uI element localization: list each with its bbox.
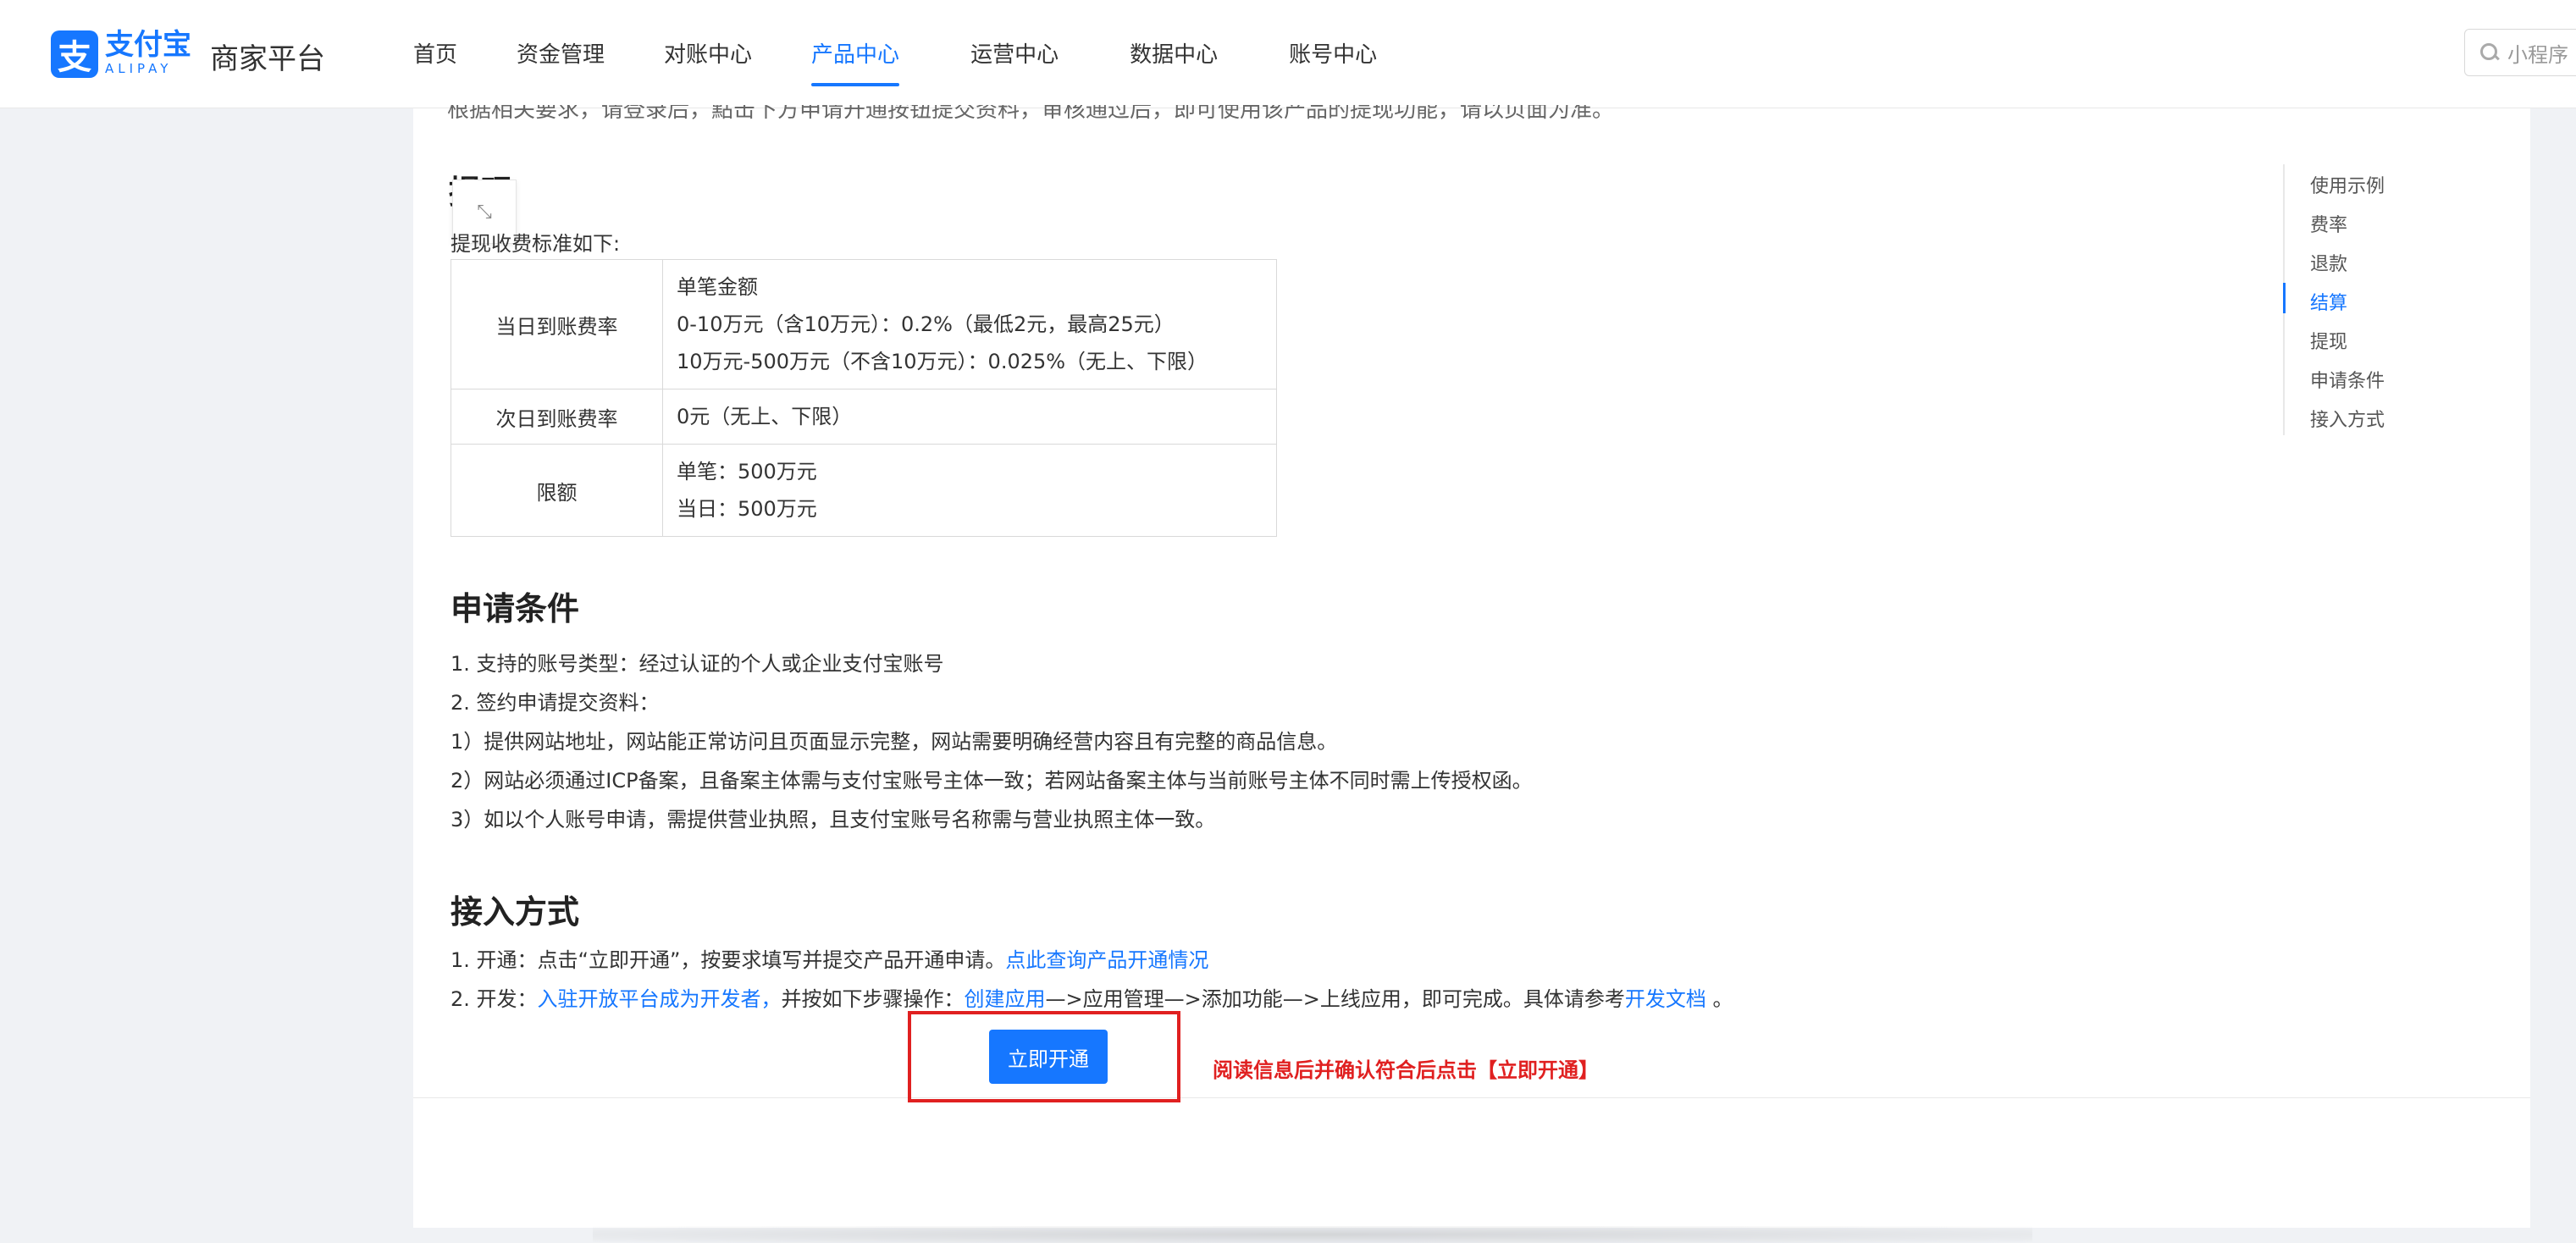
main-nav: 首页 资金管理 对账中心 产品中心 运营中心 数据中心 账号中心: [413, 0, 1377, 108]
search-input[interactable]: 小程序: [2464, 29, 2576, 76]
access-text: 并按如下步骤操作：: [781, 987, 965, 1011]
access-text: —>应用管理—>添加功能—>上线应用，即可完成。具体请参考: [1045, 987, 1625, 1011]
fee-table: 当日到账费率 单笔金额 0-10万元（含10万元）：0.2%（最低2元，最高25…: [451, 259, 1277, 537]
search-placeholder: 小程序: [2507, 42, 2568, 67]
nav-operations[interactable]: 运营中心: [970, 0, 1059, 108]
top-navigation-bar: 支 支付宝 ALIPAY 商家平台 首页 资金管理 对账中心 产品中心 运营中心…: [0, 0, 2576, 108]
condition-line: 2. 签约申请提交资料：: [451, 691, 660, 715]
nav-funds[interactable]: 资金管理: [517, 0, 605, 108]
nav-home[interactable]: 首页: [413, 0, 457, 108]
anchor-access[interactable]: 接入方式: [2310, 405, 2385, 432]
fee-line: 单笔金额: [677, 275, 758, 299]
condition-line: 3）如以个人账号申请，需提供营业执照，且支付宝账号名称需与营业执照主体一致。: [451, 808, 1216, 831]
create-app-link[interactable]: 创建应用: [965, 987, 1046, 1011]
dev-docs-link[interactable]: 开发文档: [1625, 987, 1706, 1011]
nav-reconciliation[interactable]: 对账中心: [664, 0, 752, 108]
access-line-1: 1. 开通：点击“立即开通”，按要求填写并提交产品开通申请。点此查询产品开通情况: [451, 943, 1208, 973]
check-status-link[interactable]: 点此查询产品开通情况: [1005, 948, 1208, 972]
logo-english: ALIPAY: [105, 61, 173, 76]
anchor-nav: 使用示例 费率 退款 结算 提现 申请条件 接入方式: [2283, 164, 2452, 435]
anchor-withdraw[interactable]: 提现: [2310, 327, 2347, 354]
fee-intro-text: 提现收费标准如下:: [451, 232, 621, 256]
bottom-shadow: [593, 1226, 2032, 1243]
condition-line: 1）提供网站地址，网站能正常访问且页面显示完整，网站需要明确经营内容且有完整的商…: [451, 730, 1338, 754]
fee-label: 当日到账费率: [451, 259, 663, 389]
access-heading: 接入方式: [451, 893, 580, 931]
fee-line: 0-10万元（含10万元）：0.2%（最低2元，最高25元）: [677, 312, 1175, 336]
search-icon: [2480, 43, 2499, 62]
table-row: 限额 单笔：500万元 当日：500万元: [451, 444, 1277, 537]
condition-line: 2）网站必须通过ICP备案，且备案主体需与支付宝账号主体一致；若网站备案主体与当…: [451, 769, 1533, 793]
fee-value: 单笔金额 0-10万元（含10万元）：0.2%（最低2元，最高25元） 10万元…: [662, 259, 1277, 389]
anchor-conditions[interactable]: 申请条件: [2310, 366, 2385, 393]
confirm-tip: 阅读信息后并确认符合后点击【立即开通】: [1213, 1058, 1599, 1082]
footer-divider: [413, 1097, 2530, 1098]
fee-label: 次日到账费率: [451, 389, 663, 445]
become-developer-link[interactable]: 入驻开放平台成为开发者，: [538, 987, 782, 1011]
access-text: 1. 开通：点击“立即开通”，按要求填写并提交产品开通申请。: [451, 948, 1006, 972]
alipay-logo-text[interactable]: 支付宝 ALIPAY: [105, 29, 191, 76]
open-now-button[interactable]: 立即开通: [989, 1030, 1108, 1084]
access-text: 。: [1705, 987, 1733, 1011]
fee-line: 单笔：500万元: [677, 460, 817, 483]
anchor-active-indicator: [2283, 283, 2286, 313]
condition-line: 1. 支持的账号类型：经过认证的个人或企业支付宝账号: [451, 652, 944, 676]
access-text: 2. 开发：: [451, 987, 538, 1011]
platform-title: 商家平台: [210, 42, 325, 76]
fee-value: 0元（无上、下限）: [662, 389, 1277, 445]
fee-line: 当日：500万元: [677, 497, 817, 521]
anchor-settlement[interactable]: 结算: [2310, 288, 2347, 315]
nav-data[interactable]: 数据中心: [1130, 0, 1218, 108]
table-row: 当日到账费率 单笔金额 0-10万元（含10万元）：0.2%（最低2元，最高25…: [451, 259, 1277, 389]
cut-off-text: 根据相关要求，请登录后，點击下方申请开通按钮提交资料，审核通过后，即可使用该产品…: [447, 105, 1615, 123]
nav-products[interactable]: 产品中心: [811, 0, 900, 108]
conditions-heading: 申请条件: [451, 590, 580, 627]
fee-label: 限额: [451, 444, 663, 537]
alipay-logo-icon[interactable]: 支: [51, 30, 98, 78]
anchor-usage-example[interactable]: 使用示例: [2310, 171, 2385, 198]
nav-account[interactable]: 账号中心: [1289, 0, 1377, 108]
table-row: 次日到账费率 0元（无上、下限）: [451, 389, 1277, 445]
anchor-rate[interactable]: 费率: [2310, 210, 2347, 237]
access-line-2: 2. 开发：入驻开放平台成为开发者，并按如下步骤操作：创建应用—>应用管理—>添…: [451, 982, 1733, 1012]
anchor-refund[interactable]: 退款: [2310, 249, 2347, 276]
fee-line: 10万元-500万元（不含10万元）：0.025%（无上、下限）: [677, 350, 1208, 373]
fee-value: 单笔：500万元 当日：500万元: [662, 444, 1277, 537]
fee-line: 0元（无上、下限）: [677, 405, 853, 428]
logo-chinese: 支付宝: [105, 28, 191, 62]
